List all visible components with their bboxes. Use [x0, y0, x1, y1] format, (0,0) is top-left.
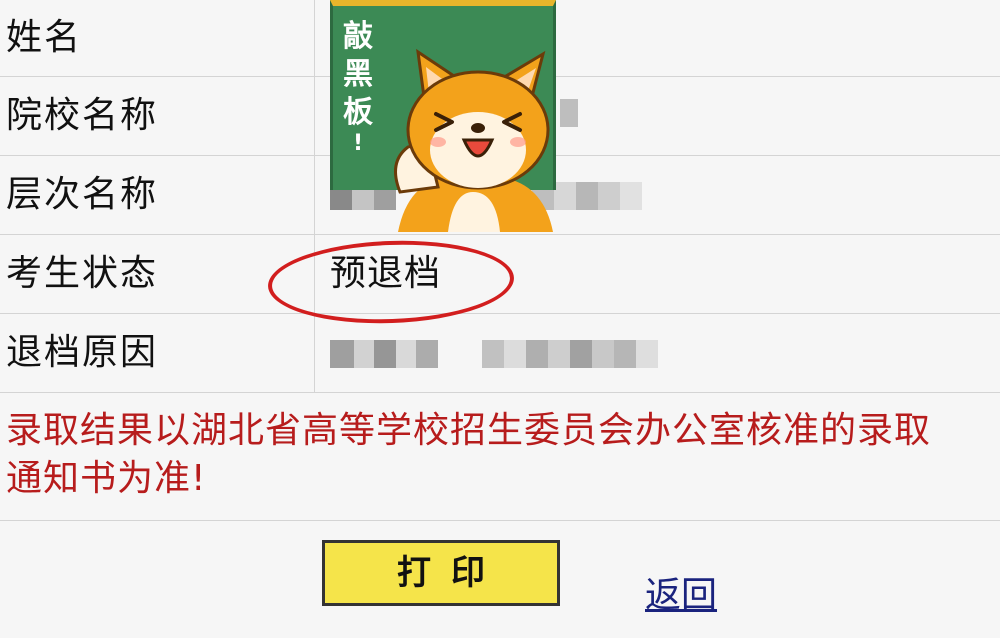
sticker-char: !	[352, 131, 364, 156]
row-label: 院校名称	[6, 95, 159, 136]
row-label: 考生状态	[6, 253, 159, 294]
column-divider	[314, 0, 315, 76]
column-divider	[314, 314, 315, 392]
row-label: 层次名称	[6, 174, 159, 215]
admission-result-page: 姓名 院校名称 层次名称 考生状态 预退档 退档原因 敲 黑 板 ! 录取结果以…	[0, 0, 1000, 638]
divider	[0, 520, 1000, 521]
row-label: 姓名	[6, 17, 83, 58]
notice-line-1: 录取结果以湖北省高等学校招生委员会办公室核准的录取	[6, 410, 932, 451]
admission-notice: 录取结果以湖北省高等学校招生委员会办公室核准的录取 通知书为准!	[6, 407, 996, 503]
sticker-char: 敲	[343, 19, 373, 54]
row-label: 退档原因	[6, 332, 159, 373]
dog-sticker: 敲 黑 板 !	[330, 0, 560, 232]
sticker-char: 板	[343, 95, 373, 130]
notice-line-2: 通知书为准!	[6, 458, 207, 499]
back-link[interactable]: 返回	[645, 566, 717, 618]
sticker-char: 黑	[343, 57, 373, 92]
sticker-text: 敲 黑 板 !	[341, 18, 375, 156]
column-divider	[314, 77, 315, 155]
dog-sticker-icon	[394, 48, 553, 232]
redacted-value	[330, 340, 658, 368]
column-divider	[314, 156, 315, 234]
table-row-reason: 退档原因	[0, 314, 1000, 393]
print-button[interactable]: 打印	[322, 540, 560, 606]
